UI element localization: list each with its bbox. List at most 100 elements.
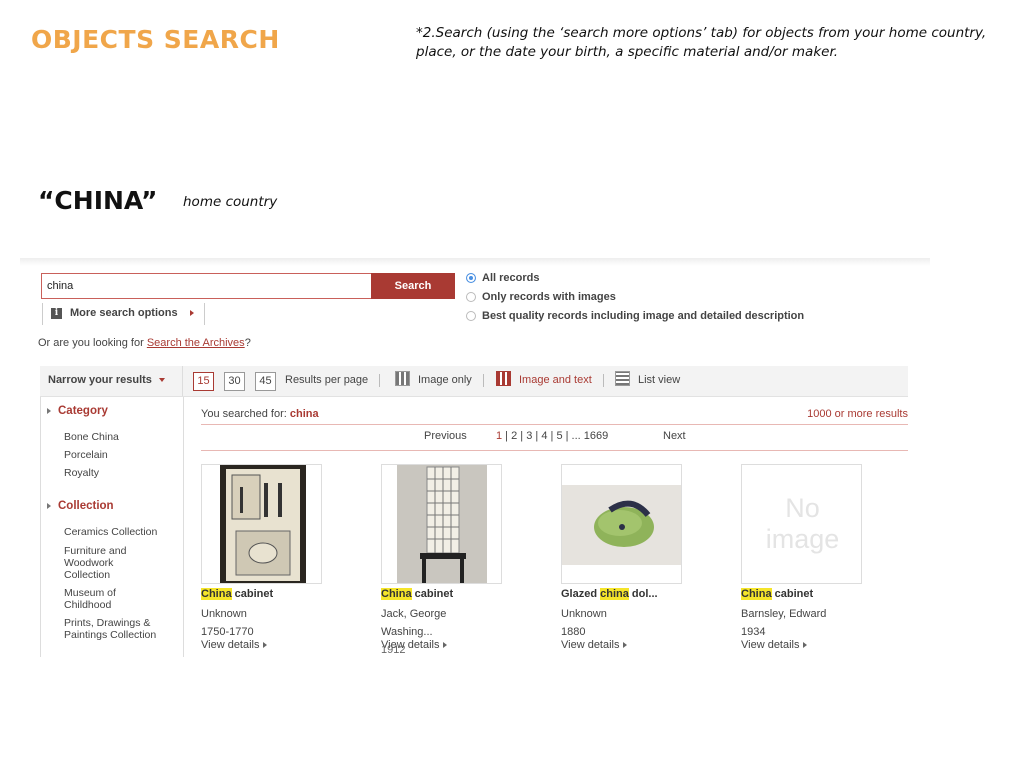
results-toolbar: Narrow your results 15 30 45 Results per… (40, 366, 908, 397)
more-search-options-toggle[interactable]: i More search options (42, 303, 205, 325)
radio-records-with-images[interactable]: Only records with images (466, 289, 616, 305)
slide-title: OBJECTS SEARCH (31, 25, 280, 54)
radio-unselected-icon (466, 311, 476, 322)
highlighted-term: China (741, 588, 772, 600)
cabinet-image (397, 465, 487, 583)
highlighted-term: china (600, 588, 629, 600)
chevron-right-icon (47, 502, 51, 509)
result-maker-3: Unknown (561, 608, 607, 620)
search-button[interactable]: Search (371, 273, 455, 299)
facet-heading-label: Category (58, 405, 108, 417)
no-image-placeholder: No image (742, 493, 861, 555)
info-icon: i (51, 307, 62, 319)
highlighted-term: China (381, 588, 412, 600)
result-maker-1: Unknown (201, 608, 247, 620)
engraving-image (220, 465, 306, 583)
instruction-text: *2.Search (using the ‘search more option… (416, 25, 987, 60)
page-link[interactable]: 5 (556, 430, 562, 442)
archives-suffix: ? (244, 337, 251, 349)
result-title-2[interactable]: China cabinet (381, 588, 453, 600)
result-title-4[interactable]: China cabinet (741, 588, 813, 600)
result-thumbnail-1[interactable] (201, 464, 322, 584)
page-link[interactable]: 4 (541, 430, 547, 442)
title-rest: cabinet (411, 588, 454, 600)
divider (379, 374, 380, 387)
divider (201, 424, 908, 425)
result-place-2: Washing... (381, 626, 433, 638)
radio-best-quality-records[interactable]: Best quality records including image and… (466, 308, 804, 324)
divider (182, 366, 183, 396)
per-page-15[interactable]: 15 (193, 372, 214, 391)
image-and-text-view-icon[interactable] (496, 371, 511, 386)
radio-unselected-icon (466, 292, 476, 303)
page-link[interactable]: 3 (526, 430, 532, 442)
view-details-link[interactable]: View details (561, 639, 627, 651)
grid-view-icon[interactable] (395, 371, 410, 386)
facet-item-furniture[interactable]: Furniture and Woodwork Collection (64, 545, 144, 581)
radio-label: Only records with images (482, 291, 616, 303)
result-count: 1000 or more results (807, 408, 908, 420)
facet-item-porcelain[interactable]: Porcelain (64, 449, 108, 461)
chevron-right-icon (189, 310, 194, 317)
result-maker-2: Jack, George (381, 608, 447, 620)
divider (603, 374, 604, 387)
radio-all-records[interactable]: All records (466, 270, 539, 286)
result-thumbnail-4[interactable]: No image (741, 464, 862, 584)
no-image-line: image (765, 524, 840, 554)
search-term-heading: “CHINA” (38, 186, 158, 215)
view-details-link[interactable]: View details (201, 639, 267, 651)
result-title-3[interactable]: Glazed china dol... (561, 588, 658, 600)
page-link[interactable]: 2 (511, 430, 517, 442)
facet-heading-label: Collection (58, 500, 114, 512)
list-view-icon[interactable] (615, 371, 630, 386)
top-band (20, 258, 930, 266)
result-title-1[interactable]: China cabinet (201, 588, 273, 600)
knitted-bag-image (562, 485, 681, 565)
facet-sidebar: Category Bone China Porcelain Royalty Co… (40, 397, 184, 657)
searched-term: china (289, 408, 319, 420)
archives-prompt: Or are you looking for Search the Archiv… (38, 337, 251, 349)
highlighted-term: China (201, 588, 232, 600)
radio-label: Best quality records including image and… (482, 310, 805, 322)
view-image-and-text[interactable]: Image and text (519, 374, 592, 386)
facet-item-prints[interactable]: Prints, Drawings & Paintings Collection (64, 617, 169, 641)
results-per-page-label: Results per page (285, 374, 369, 386)
view-list[interactable]: List view (638, 374, 680, 386)
more-search-options-label: More search options (70, 307, 178, 319)
divider (201, 450, 908, 451)
page-link[interactable]: 1 (496, 430, 502, 442)
per-page-45[interactable]: 45 (255, 372, 276, 391)
title-rest: cabinet (771, 588, 814, 600)
title-rest: dol... (628, 588, 658, 600)
facet-item-childhood[interactable]: Museum of Childhood (64, 587, 134, 611)
facet-item-ceramics[interactable]: Ceramics Collection (64, 526, 169, 538)
view-details-link[interactable]: View details (741, 639, 807, 651)
archives-prefix: Or are you looking for (38, 337, 147, 349)
result-date-2: 1912 (381, 644, 406, 656)
facet-heading-collection[interactable]: Collection (47, 500, 114, 512)
per-page-30[interactable]: 30 (224, 372, 245, 391)
narrow-results-toggle[interactable]: Narrow your results (48, 374, 165, 386)
facet-item-royalty[interactable]: Royalty (64, 467, 99, 479)
search-input[interactable]: china (41, 273, 372, 299)
facet-item-bone-china[interactable]: Bone China (64, 431, 119, 443)
pager-next[interactable]: Next (663, 430, 686, 442)
title-rest: cabinet (231, 588, 274, 600)
divider (483, 374, 484, 387)
search-page-screenshot: china Search i More search options All re… (20, 258, 930, 658)
result-thumbnail-3[interactable] (561, 464, 682, 584)
result-date-3: 1880 (561, 626, 586, 638)
facet-heading-category[interactable]: Category (47, 405, 108, 417)
result-thumbnail-2[interactable] (381, 464, 502, 584)
search-term-note: home country (183, 194, 278, 210)
search-archives-link[interactable]: Search the Archives (147, 337, 245, 349)
page-link-last[interactable]: ... 1669 (572, 430, 609, 442)
pager: 1 | 2 | 3 | 4 | 5 | ... 1669 (496, 430, 609, 442)
radio-selected-icon (466, 273, 476, 284)
result-date-4: 1934 (741, 626, 766, 638)
pager-previous[interactable]: Previous (424, 430, 467, 442)
narrow-results-label: Narrow your results (48, 374, 152, 386)
chevron-right-icon (47, 407, 51, 414)
view-image-only[interactable]: Image only (418, 374, 472, 386)
radio-label: All records (482, 272, 540, 284)
